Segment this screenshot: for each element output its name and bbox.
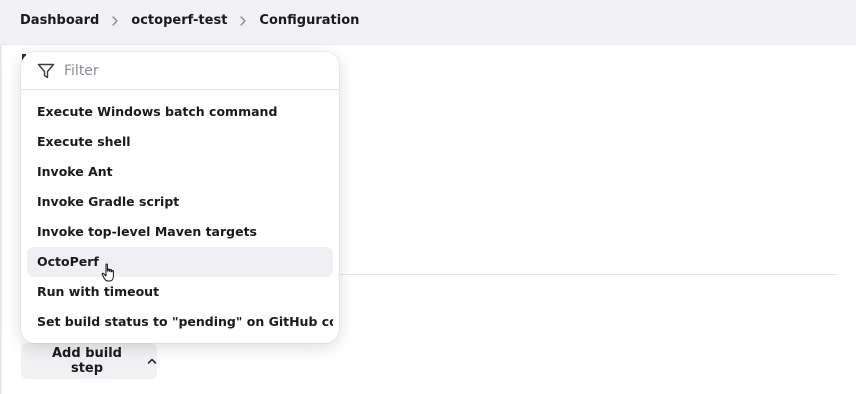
top-bar: Dashboard octoperf-test Configuration [0, 0, 856, 45]
add-build-step-label: Add build step [52, 346, 122, 376]
breadcrumb: Dashboard octoperf-test Configuration [20, 13, 359, 28]
filter-funnel-icon [37, 63, 55, 79]
page-left-border [0, 45, 2, 394]
menu-item-invoke-gradle[interactable]: Invoke Gradle script [27, 187, 333, 217]
menu-item-invoke-maven[interactable]: Invoke top-level Maven targets [27, 217, 333, 247]
chevron-up-icon [147, 357, 157, 365]
hand-pointer-icon [101, 263, 114, 282]
menu-item-octoperf[interactable]: OctoPerf [27, 247, 333, 277]
section-divider [340, 274, 837, 275]
build-step-dropdown: Execute Windows batch command Execute sh… [21, 52, 339, 343]
menu-item-execute-shell[interactable]: Execute shell [27, 127, 333, 157]
add-build-step-button[interactable]: Add build step [21, 343, 157, 379]
menu-item-invoke-ant[interactable]: Invoke Ant [27, 157, 333, 187]
filter-input[interactable] [64, 62, 314, 79]
build-step-list: Execute Windows batch command Execute sh… [27, 97, 333, 337]
chevron-right-icon [111, 15, 119, 26]
breadcrumb-dashboard[interactable]: Dashboard [20, 13, 99, 28]
breadcrumb-configuration[interactable]: Configuration [259, 13, 359, 28]
chevron-right-icon [239, 15, 247, 26]
menu-item-set-build-status[interactable]: Set build status to "pending" on GitHub … [27, 307, 333, 337]
filter-bar [21, 52, 339, 90]
menu-item-run-with-timeout[interactable]: Run with timeout [27, 277, 333, 307]
menu-item-execute-windows-batch[interactable]: Execute Windows batch command [27, 97, 333, 127]
breadcrumb-job[interactable]: octoperf-test [131, 13, 227, 28]
